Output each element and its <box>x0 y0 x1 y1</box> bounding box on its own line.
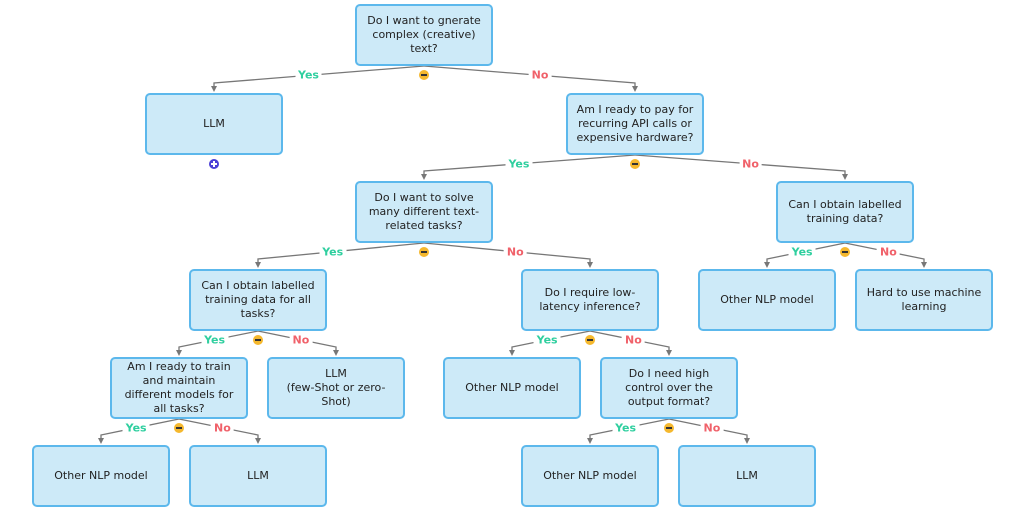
node-n4[interactable]: Do I want to solve many different text-r… <box>355 181 493 243</box>
edge-label-yes: Yes <box>319 245 347 259</box>
node-n7[interactable]: Do I require low-latency inference? <box>521 269 659 331</box>
edge-label-yes: Yes <box>201 333 229 347</box>
arrowhead-icon <box>764 262 770 268</box>
arrowhead-icon <box>211 86 217 92</box>
edge-label-no: No <box>211 421 234 435</box>
arrowhead-icon <box>587 262 593 268</box>
arrowhead-icon <box>176 350 182 356</box>
collapse-icon[interactable] <box>419 70 429 80</box>
collapse-icon[interactable] <box>840 247 850 257</box>
edge-label-no: No <box>700 421 724 435</box>
edge-label-yes: Yes <box>533 333 561 347</box>
arrowhead-icon <box>421 174 427 180</box>
arrowhead-icon <box>255 262 261 268</box>
edge-label-yes: Yes <box>505 157 533 171</box>
collapse-icon[interactable] <box>253 335 263 345</box>
arrowhead-icon <box>587 438 593 444</box>
collapse-icon[interactable] <box>174 423 184 433</box>
collapse-icon[interactable] <box>630 159 640 169</box>
node-n8[interactable]: Other NLP model <box>698 269 836 331</box>
node-n6[interactable]: Can I obtain labelled training data for … <box>189 269 327 331</box>
arrowhead-icon <box>666 350 672 356</box>
node-n3[interactable]: Am I ready to pay for recurring API call… <box>566 93 704 155</box>
node-n17[interactable]: LLM <box>678 445 816 507</box>
edge-label-no: No <box>622 333 645 347</box>
arrowhead-icon <box>255 438 261 444</box>
edge-label-yes: Yes <box>295 68 322 82</box>
edge-label-no: No <box>739 157 762 171</box>
node-n12[interactable]: Other NLP model <box>443 357 581 419</box>
node-n16[interactable]: Other NLP model <box>521 445 659 507</box>
arrowhead-icon <box>509 350 515 356</box>
node-n13[interactable]: Do I need high control over the output f… <box>600 357 738 419</box>
arrowhead-icon <box>98 438 104 444</box>
collapse-icon[interactable] <box>664 423 674 433</box>
node-n1[interactable]: Do I want to gnerate complex (creative) … <box>355 4 493 66</box>
arrowhead-icon <box>842 174 848 180</box>
node-n10[interactable]: Am I ready to train and maintain differe… <box>110 357 248 419</box>
arrowhead-icon <box>632 86 638 92</box>
node-n14[interactable]: Other NLP model <box>32 445 170 507</box>
edge-label-yes: Yes <box>122 421 150 435</box>
expand-icon[interactable] <box>209 159 219 169</box>
arrowhead-icon <box>744 438 750 444</box>
edge-label-no: No <box>503 245 527 259</box>
node-n5[interactable]: Can I obtain labelled training data? <box>776 181 914 243</box>
arrowhead-icon <box>921 262 927 268</box>
arrowhead-icon <box>333 350 339 356</box>
edge-label-yes: Yes <box>612 421 640 435</box>
node-n9[interactable]: Hard to use machine learning <box>855 269 993 331</box>
node-n11[interactable]: LLM (few-Shot or zero-Shot) <box>267 357 405 419</box>
node-n15[interactable]: LLM <box>189 445 327 507</box>
collapse-icon[interactable] <box>419 247 429 257</box>
edge-label-no: No <box>289 333 313 347</box>
edge-label-no: No <box>877 245 900 259</box>
node-n2[interactable]: LLM <box>145 93 283 155</box>
edge-label-no: No <box>528 68 552 82</box>
edge-label-yes: Yes <box>788 245 816 259</box>
collapse-icon[interactable] <box>585 335 595 345</box>
